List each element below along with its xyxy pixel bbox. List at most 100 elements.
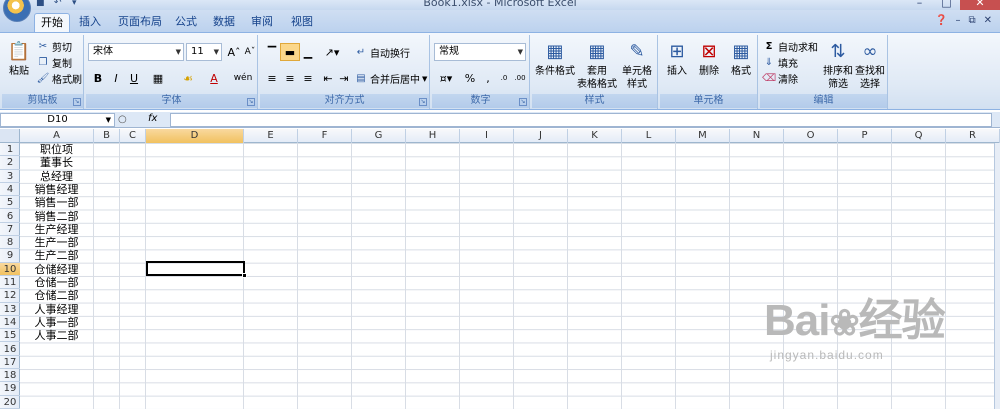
dialog-launcher-icon[interactable]: ↘ <box>519 98 527 106</box>
column-header-f[interactable]: F <box>298 129 352 143</box>
column-header-r[interactable]: R <box>946 129 1000 143</box>
phonetic-guide-button[interactable]: wén <box>230 69 256 87</box>
column-header-a[interactable]: A <box>20 129 94 143</box>
column-header-i[interactable]: I <box>460 129 514 143</box>
vertical-scrollbar[interactable] <box>994 143 1000 409</box>
row-header-8[interactable]: 8 <box>0 236 20 250</box>
delete-cells-button[interactable]: ⊠ 删除 <box>694 39 724 78</box>
percent-button[interactable]: % <box>460 69 480 87</box>
wrap-text-button[interactable]: ↵ 自动换行 <box>354 45 410 61</box>
cell-styles-button[interactable]: ✎ 单元格 样式 <box>618 39 656 91</box>
clear-button[interactable]: ⌫ 清除 <box>762 71 798 87</box>
row-header-14[interactable]: 14 <box>0 316 20 330</box>
cell-a2[interactable]: 董事长 <box>20 156 93 169</box>
column-header-n[interactable]: N <box>730 129 784 143</box>
row-header-5[interactable]: 5 <box>0 196 20 210</box>
name-box[interactable]: D10 ▼ <box>0 113 115 127</box>
insert-function-button[interactable]: fx <box>148 113 157 124</box>
row-header-11[interactable]: 11 <box>0 276 20 290</box>
underline-button[interactable]: U <box>124 69 144 87</box>
increase-indent-icon[interactable]: ⇥ <box>334 69 354 87</box>
column-header-h[interactable]: H <box>406 129 460 143</box>
autosum-button[interactable]: Σ 自动求和 <box>762 39 818 55</box>
cell-area[interactable]: 职位项 董事长 总经理 销售经理 销售一部 销售二部 生产经理 生产一部 生产二部 仓储经理 仓储一… <box>20 143 1000 409</box>
row-header-9[interactable]: 9 <box>0 249 20 263</box>
column-header-d[interactable]: D <box>146 129 244 143</box>
active-cell-d10[interactable] <box>146 261 245 276</box>
dialog-launcher-icon[interactable]: ↘ <box>419 98 427 106</box>
cell-a10[interactable]: 仓储经理 <box>20 263 93 276</box>
shrink-font-icon[interactable]: Aˇ <box>240 43 260 61</box>
column-header-l[interactable]: L <box>622 129 676 143</box>
row-header-20[interactable]: 20 <box>0 396 20 409</box>
row-header-13[interactable]: 13 <box>0 303 20 316</box>
align-right-icon[interactable]: ≡ <box>298 69 318 87</box>
row-header-19[interactable]: 19 <box>0 382 20 396</box>
align-center-icon[interactable]: ≡ <box>280 69 300 87</box>
restore-icon[interactable]: ⧉ <box>968 15 975 26</box>
copy-button[interactable]: ❐ 复制 <box>36 55 72 71</box>
cell-a9[interactable]: 生产二部 <box>20 249 93 262</box>
tab-home[interactable]: 开始 <box>34 13 70 32</box>
insert-cells-button[interactable]: ⊞ 插入 <box>662 39 692 78</box>
column-header-o[interactable]: O <box>784 129 838 143</box>
close-icon[interactable]: ✕ <box>960 0 1000 10</box>
italic-button[interactable]: I <box>106 69 126 87</box>
cut-button[interactable]: ✂ 剪切 <box>36 39 72 55</box>
row-header-18[interactable]: 18 <box>0 369 20 383</box>
tab-insert[interactable]: 插入 <box>74 13 106 32</box>
row-header-16[interactable]: 16 <box>0 343 20 356</box>
formula-bar-spinner-icon[interactable]: ○ <box>118 113 168 127</box>
merge-center-button[interactable]: ▤ 合并后居中 ▼ <box>354 71 427 87</box>
cell-a3[interactable]: 总经理 <box>20 170 93 183</box>
cell-a14[interactable]: 人事一部 <box>20 316 93 329</box>
cell-a5[interactable]: 销售一部 <box>20 196 93 209</box>
worksheet-grid[interactable]: ABCDEFGHIJKLMNOPQR 1 2 3 4 5 6 7 8 9 10 11 12 13 14 15… <box>0 129 1000 409</box>
find-select-button[interactable]: ∞ 查找和 选择 <box>854 39 886 91</box>
row-header-6[interactable]: 6 <box>0 210 20 223</box>
tab-review[interactable]: 审阅 <box>246 13 278 32</box>
column-header-g[interactable]: G <box>352 129 406 143</box>
help-icon[interactable]: ❓ <box>935 15 947 26</box>
column-header-j[interactable]: J <box>514 129 568 143</box>
row-header-3[interactable]: 3 <box>0 170 20 183</box>
align-middle-icon[interactable]: ▬ <box>280 43 300 61</box>
column-header-p[interactable]: P <box>838 129 892 143</box>
number-format-select[interactable]: 常规 ▼ <box>434 43 526 61</box>
cell-a7[interactable]: 生产经理 <box>20 223 93 236</box>
cell-a4[interactable]: 销售经理 <box>20 183 93 196</box>
decrease-decimal-icon[interactable]: .00 <box>512 69 528 87</box>
close-workbook-icon[interactable]: ✕ <box>984 15 992 26</box>
minimize-icon[interactable]: – <box>906 0 933 10</box>
font-size-select[interactable]: 11 ▼ <box>186 43 222 61</box>
column-header-m[interactable]: M <box>676 129 730 143</box>
format-painter-button[interactable]: 🖌 格式刷 <box>36 71 82 87</box>
font-name-select[interactable]: 宋体 ▼ <box>88 43 184 61</box>
tab-formulas[interactable]: 公式 <box>170 13 202 32</box>
formula-input[interactable] <box>170 113 992 127</box>
align-left-icon[interactable]: ≡ <box>262 69 282 87</box>
cell-a8[interactable]: 生产一部 <box>20 236 93 249</box>
cell-a1[interactable]: 职位项 <box>20 143 93 156</box>
format-as-table-button[interactable]: ▦ 套用 表格格式 <box>576 39 618 91</box>
comma-button[interactable]: , <box>478 69 498 87</box>
font-color-button[interactable]: A <box>204 69 224 87</box>
row-header-15[interactable]: 15 <box>0 329 20 343</box>
column-header-q[interactable]: Q <box>892 129 946 143</box>
cell-a13[interactable]: 人事经理 <box>20 303 93 316</box>
minimize-ribbon-icon[interactable]: – <box>955 15 960 26</box>
cell-a6[interactable]: 销售二部 <box>20 210 93 223</box>
fill-button[interactable]: ⇓ 填充 <box>762 55 798 71</box>
row-header-10[interactable]: 10 <box>0 262 20 276</box>
column-header-e[interactable]: E <box>244 129 298 143</box>
orientation-icon[interactable]: ↗▾ <box>318 43 346 61</box>
tab-page-layout[interactable]: 页面布局 <box>112 13 168 32</box>
format-cells-button[interactable]: ▦ 格式 <box>726 39 756 78</box>
row-header-4[interactable]: 4 <box>0 183 20 197</box>
sort-filter-button[interactable]: ⇅ 排序和 筛选 <box>822 39 854 91</box>
fill-handle[interactable] <box>242 273 247 278</box>
bold-button[interactable]: B <box>88 69 108 87</box>
row-header-2[interactable]: 2 <box>0 156 20 170</box>
currency-icon[interactable]: ¤▾ <box>434 69 458 87</box>
select-all-button[interactable] <box>0 129 20 143</box>
